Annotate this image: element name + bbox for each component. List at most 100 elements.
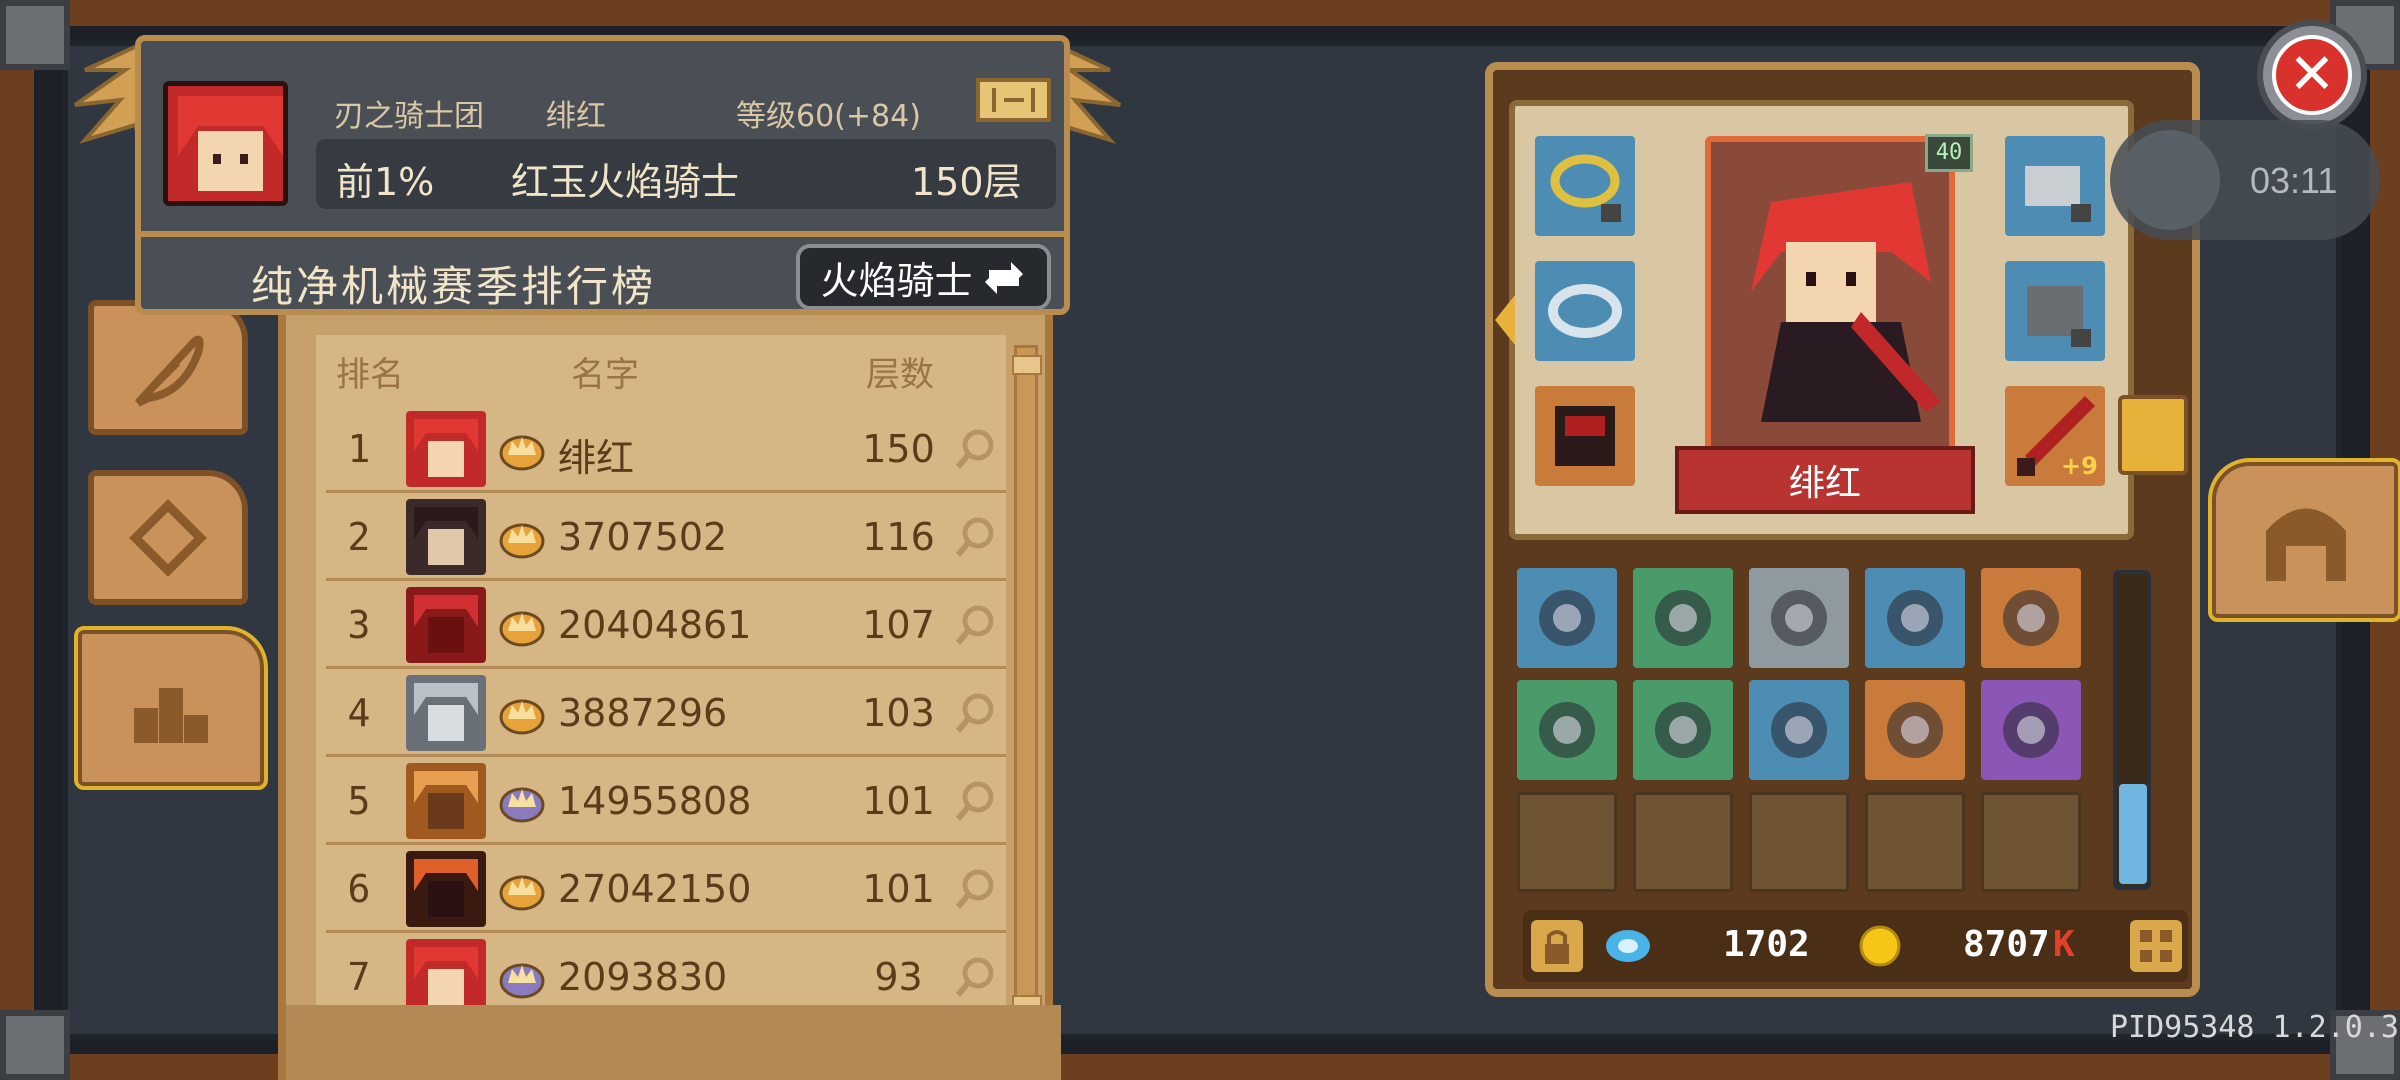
session-timer: 03:11 (2110, 120, 2380, 240)
table-row[interactable]: 2 3707502 116 (326, 493, 1006, 581)
empty-inventory-slot[interactable] (1749, 792, 1849, 892)
inventory-slot[interactable] (1981, 680, 2081, 780)
ranking-scrollbar[interactable] (1014, 345, 1038, 1025)
inventory-slot[interactable] (1517, 680, 1617, 780)
ranking-panel: 排名 名字 层数 1 绯红 150 2 3707502 116 3 204048… (278, 315, 1061, 1080)
row-player-name: 3887296 (558, 691, 728, 735)
chest-slot[interactable] (2005, 261, 2105, 361)
gauntlet-icon (2025, 166, 2091, 222)
row-rank: 3 (347, 603, 371, 647)
hero-name: 绯红 (1788, 463, 1861, 504)
tab-leaderboard[interactable] (74, 626, 268, 790)
hero-level-badge: 40 (1925, 134, 1973, 172)
tab-character[interactable] (2208, 458, 2400, 622)
row-rank: 2 (347, 515, 371, 559)
gem-icon (1606, 930, 1650, 962)
feather-icon (135, 335, 204, 407)
inventory-slot[interactable] (1865, 568, 1965, 668)
ring-slot[interactable] (1535, 136, 1635, 236)
row-rank: 5 (347, 779, 371, 823)
podium-icon (134, 671, 208, 743)
magnifier-icon[interactable] (954, 515, 998, 559)
row-avatar (406, 499, 486, 575)
equipment-panel: 40 绯红 +9 1702 8707 K (1485, 62, 2200, 997)
empty-inventory-slot[interactable] (1517, 792, 1617, 892)
armor-icon (1555, 406, 1615, 466)
inventory-slot[interactable] (1981, 568, 2081, 668)
magnifier-icon[interactable] (954, 691, 998, 735)
row-avatar (406, 587, 486, 663)
magnifier-icon[interactable] (954, 603, 998, 647)
crown-icon (499, 611, 545, 647)
inventory-slot[interactable] (1633, 680, 1733, 780)
table-row[interactable]: 5 14955808 101 (326, 757, 1006, 845)
magnifier-icon[interactable] (954, 779, 998, 823)
empty-inventory-slot[interactable] (1633, 792, 1733, 892)
diamond-icon (129, 498, 207, 577)
bracelet-slot[interactable] (1535, 261, 1635, 361)
row-avatar (406, 763, 486, 839)
frame-corner (0, 0, 70, 70)
crown-icon (499, 963, 545, 999)
row-rank: 7 (347, 955, 371, 999)
panel-expand-arrow[interactable] (1495, 295, 1515, 345)
frame-corner (0, 1010, 70, 1080)
table-row[interactable]: 1 绯红 150 (326, 405, 1006, 493)
gauntlet-slot[interactable] (2005, 136, 2105, 236)
table-row[interactable]: 6 27042150 101 (326, 845, 1006, 933)
amulet-icon (1887, 702, 1943, 758)
magnifier-icon[interactable] (954, 955, 998, 999)
empty-inventory-slot[interactable] (1981, 792, 2081, 892)
currency-bar: 1702 8707 K (1523, 910, 2188, 982)
row-player-name: 14955808 (558, 779, 752, 823)
class-switch-button[interactable]: 火焰骑士 (796, 244, 1051, 310)
row-player-name: 绯红 (558, 436, 635, 480)
row-player-name: 2093830 (558, 955, 728, 999)
panel-toggle-button[interactable] (2118, 395, 2188, 475)
inventory-slot[interactable] (1517, 568, 1617, 668)
inventory-slot[interactable] (1749, 568, 1849, 668)
magnifier-icon[interactable] (954, 427, 998, 471)
scroll-up-arrow[interactable] (1012, 355, 1042, 375)
row-floors: 103 (862, 691, 935, 735)
weapon-slot[interactable]: +9 (2005, 386, 2105, 486)
magnifier-icon[interactable] (954, 867, 998, 911)
tab-diamond[interactable] (88, 470, 248, 605)
swap-icon (984, 262, 1023, 294)
player-level: 等级60(+84) (736, 99, 921, 134)
col-floor-header: 层数 (866, 355, 934, 395)
row-rank: 1 (347, 427, 371, 471)
crown-icon (499, 699, 545, 735)
hero-name-ribbon: 绯红 (1675, 446, 1975, 514)
coin-icon (1859, 925, 1901, 967)
player-avatar (163, 81, 288, 206)
weapon-upgrade: +9 (2061, 452, 2098, 480)
row-avatar (406, 851, 486, 927)
table-row[interactable]: 3 20404861 107 (326, 581, 1006, 669)
lock-icon[interactable] (1529, 918, 1585, 974)
inventory-slot[interactable] (1865, 680, 1965, 780)
close-button[interactable]: ✕ (2257, 20, 2367, 130)
gold-suffix: K (2053, 924, 2075, 965)
boots-icon (1655, 702, 1711, 758)
ticket-icon[interactable] (976, 76, 1051, 124)
crown-icon (499, 435, 545, 471)
inventory-scrollbar[interactable] (2113, 570, 2151, 890)
grid-icon[interactable] (2128, 918, 2184, 974)
empty-inventory-slot[interactable] (1865, 792, 1965, 892)
row-rank: 4 (347, 691, 371, 735)
tab-feather[interactable] (88, 300, 248, 435)
boots-slot[interactable] (1535, 386, 1635, 486)
helmet-icon (2266, 508, 2346, 581)
row-avatar (406, 939, 486, 1015)
table-row[interactable]: 4 3887296 103 (326, 669, 1006, 757)
row-player-name: 20404861 (558, 603, 752, 647)
inventory-slot[interactable] (1749, 680, 1849, 780)
row-floors: 150 (862, 427, 935, 471)
inventory-slot[interactable] (1633, 568, 1733, 668)
class-button-label: 火焰骑士 (820, 258, 973, 303)
hero-portrait (1705, 136, 1955, 466)
sword-icon (1771, 702, 1827, 758)
crown-icon (499, 875, 545, 911)
claws-icon (1539, 590, 1595, 646)
